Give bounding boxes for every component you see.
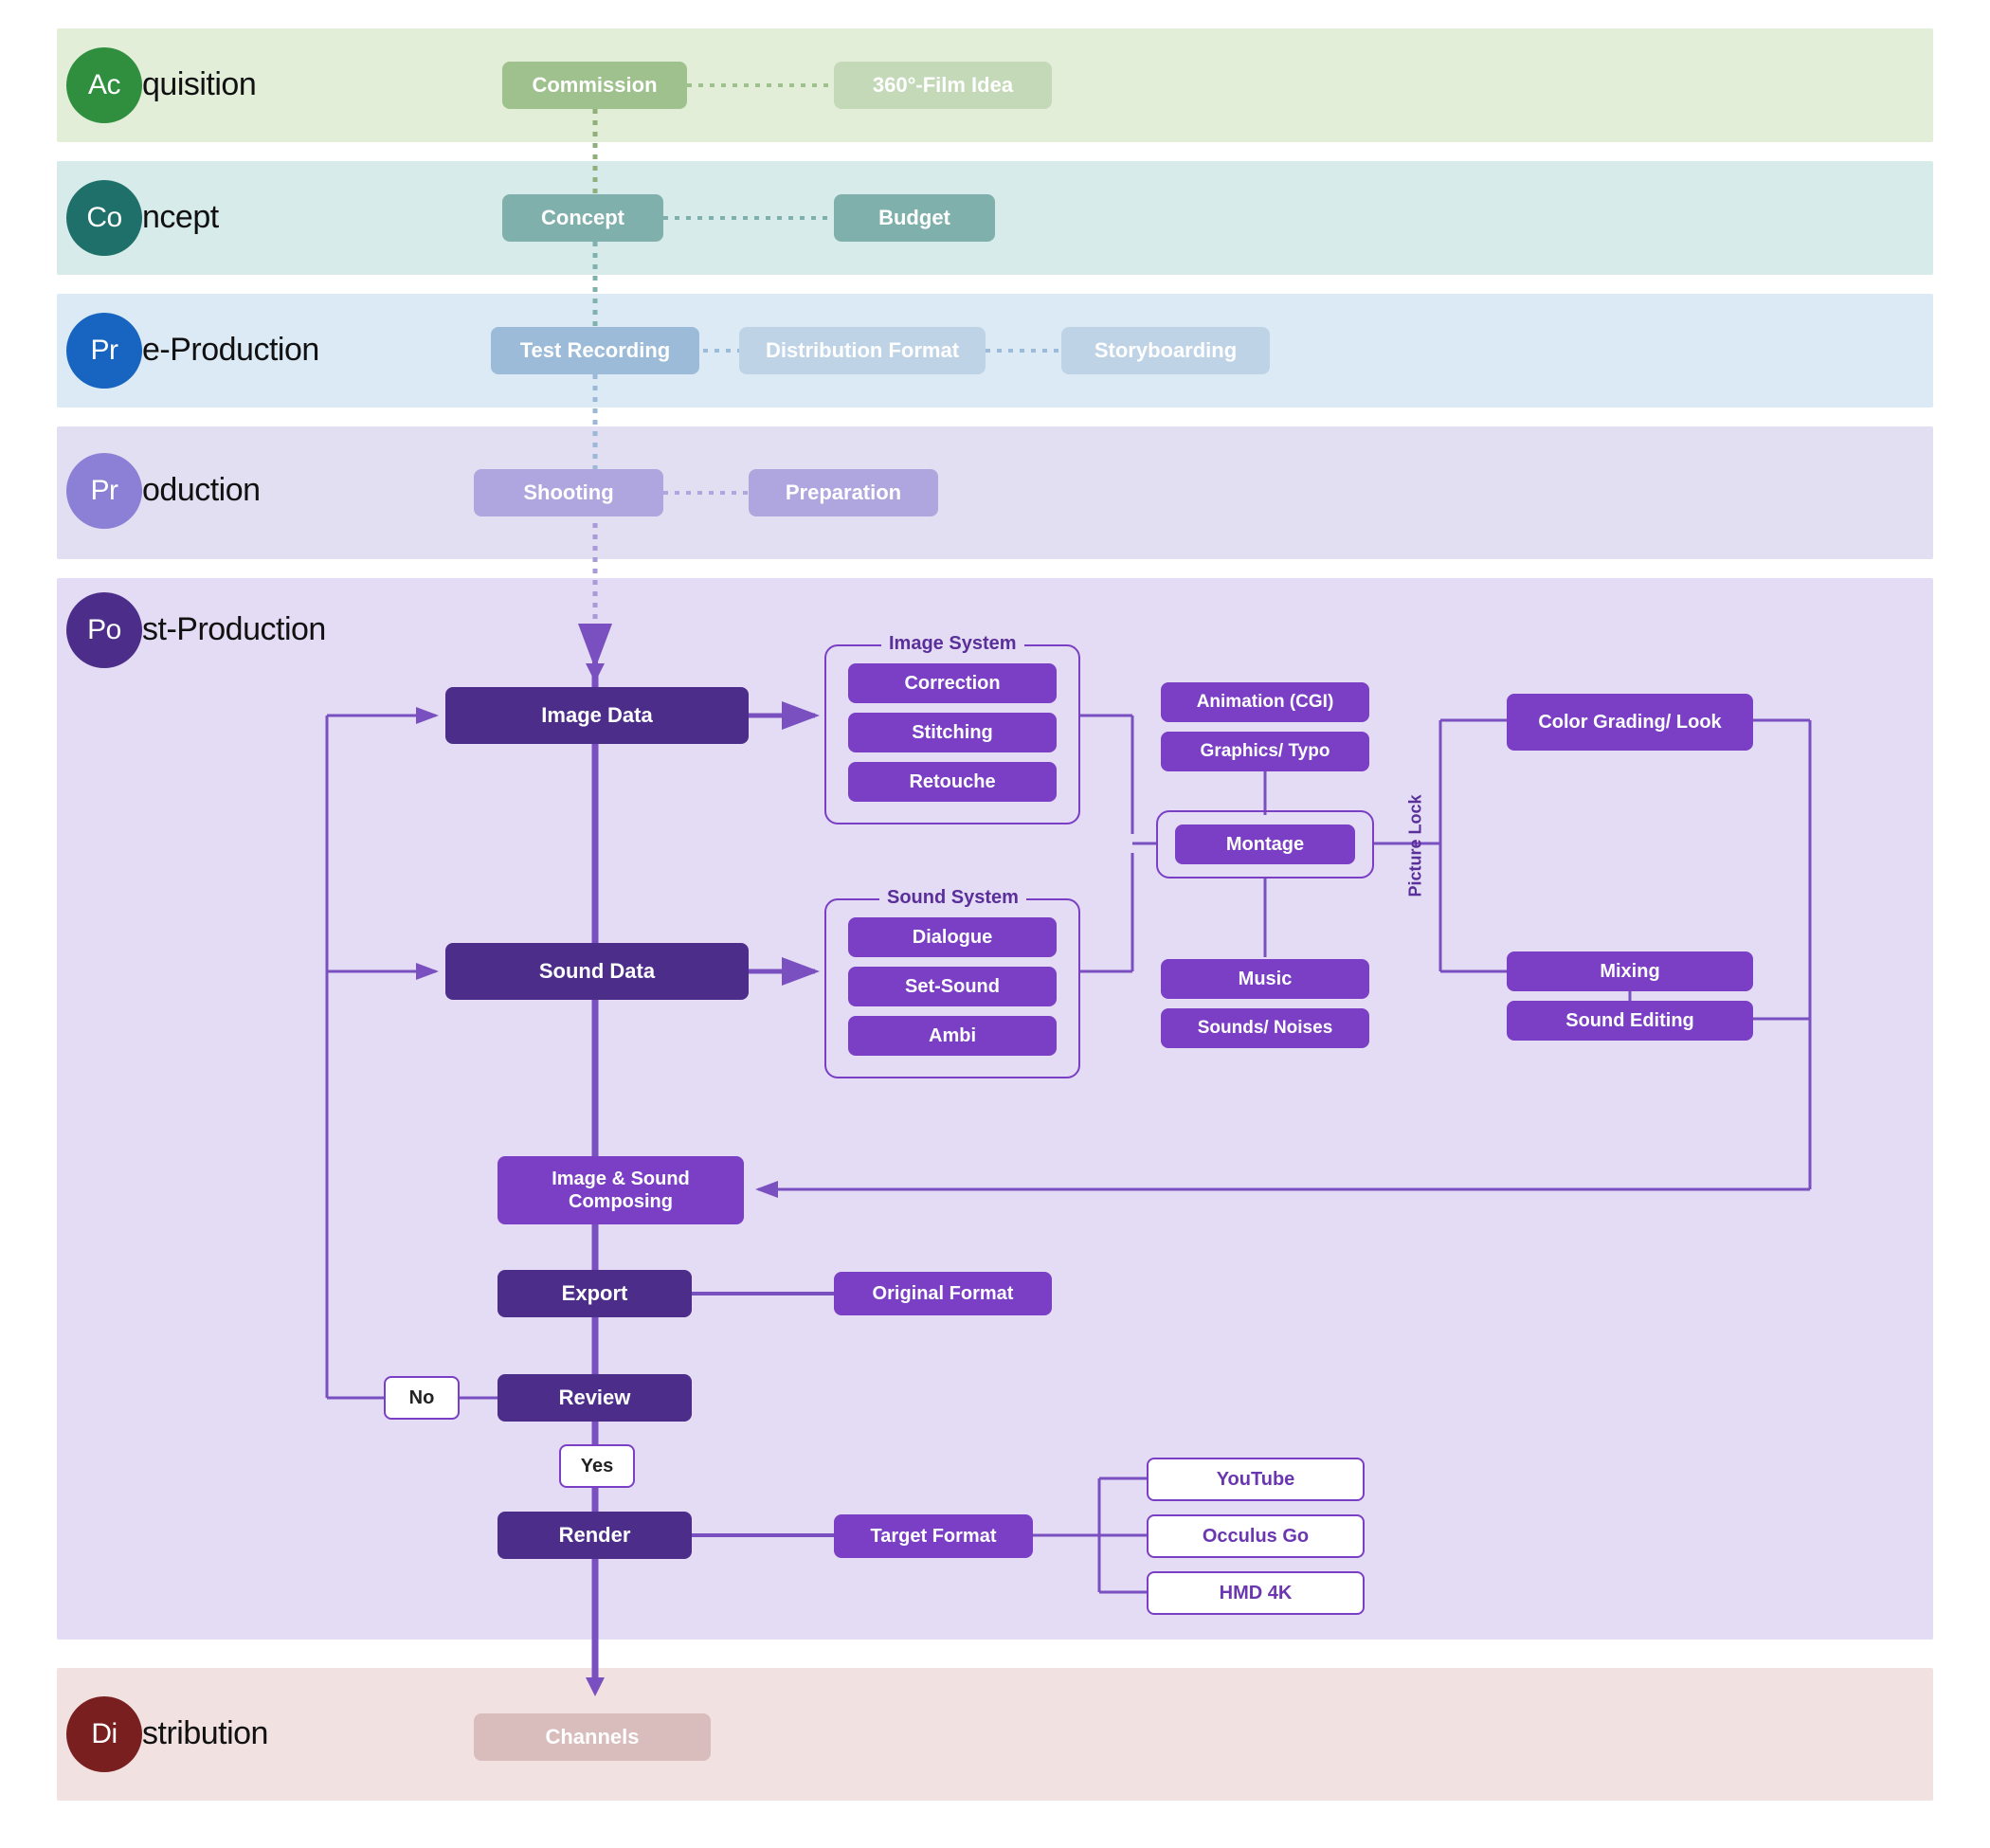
phase-title-acquisition: quisition bbox=[142, 66, 256, 103]
node-storyboarding: Storyboarding bbox=[1061, 327, 1270, 374]
phase-circle-concept: Co bbox=[66, 180, 142, 256]
node-sound-data: Sound Data bbox=[445, 943, 749, 1000]
phase-circle-distribution: Di bbox=[66, 1696, 142, 1772]
node-composing: Image & Sound Composing bbox=[498, 1156, 744, 1224]
phase-circle-production: Pr bbox=[66, 453, 142, 529]
node-ambi: Ambi bbox=[848, 1016, 1057, 1056]
node-channels: Channels bbox=[474, 1713, 711, 1761]
node-test-recording: Test Recording bbox=[491, 327, 699, 374]
band-preproduction bbox=[57, 294, 1933, 408]
node-shooting: Shooting bbox=[474, 469, 663, 516]
node-target-format: Target Format bbox=[834, 1514, 1033, 1558]
node-occulus: Occulus Go bbox=[1147, 1514, 1365, 1558]
phase-title-production: oduction bbox=[142, 472, 261, 509]
node-montage: Montage bbox=[1175, 824, 1355, 864]
node-commission: Commission bbox=[502, 62, 687, 109]
node-color-grading: Color Grading/ Look bbox=[1507, 694, 1753, 751]
node-preparation: Preparation bbox=[749, 469, 938, 516]
phase-title-concept: ncept bbox=[142, 199, 219, 236]
node-mixing: Mixing bbox=[1507, 951, 1753, 991]
phase-title-distribution: stribution bbox=[142, 1715, 268, 1752]
node-original-format: Original Format bbox=[834, 1272, 1052, 1315]
node-concept: Concept bbox=[502, 194, 663, 242]
phase-abbrev: Ac bbox=[88, 69, 120, 101]
node-image-data: Image Data bbox=[445, 687, 749, 744]
node-no: No bbox=[384, 1376, 460, 1420]
node-retouche: Retouche bbox=[848, 762, 1057, 802]
label-image-system: Image System bbox=[881, 633, 1024, 655]
node-dist-format: Distribution Format bbox=[739, 327, 986, 374]
phase-abbrev: Co bbox=[86, 202, 121, 234]
phase-abbrev: Pr bbox=[91, 335, 118, 367]
phase-title-postproduction: st-Production bbox=[142, 611, 326, 648]
node-budget: Budget bbox=[834, 194, 995, 242]
node-set-sound: Set-Sound bbox=[848, 967, 1057, 1006]
phase-abbrev: Pr bbox=[91, 475, 118, 507]
node-render: Render bbox=[498, 1512, 692, 1559]
phase-circle-acquisition: Ac bbox=[66, 47, 142, 123]
phase-title-preproduction: e-Production bbox=[142, 332, 319, 369]
node-music: Music bbox=[1161, 959, 1369, 999]
band-distribution bbox=[57, 1668, 1933, 1801]
label-picture-lock: Picture Lock bbox=[1406, 794, 1426, 897]
node-animation: Animation (CGI) bbox=[1161, 682, 1369, 722]
node-hmd4k: HMD 4K bbox=[1147, 1571, 1365, 1615]
node-export: Export bbox=[498, 1270, 692, 1317]
node-stitching: Stitching bbox=[848, 713, 1057, 752]
node-graphics-typo: Graphics/ Typo bbox=[1161, 732, 1369, 771]
band-production bbox=[57, 426, 1933, 559]
node-dialogue: Dialogue bbox=[848, 917, 1057, 957]
phase-circle-preproduction: Pr bbox=[66, 313, 142, 389]
node-film-idea: 360°-Film Idea bbox=[834, 62, 1052, 109]
node-correction: Correction bbox=[848, 663, 1057, 703]
node-yes: Yes bbox=[559, 1444, 635, 1488]
band-concept bbox=[57, 161, 1933, 275]
phase-abbrev: Di bbox=[91, 1718, 117, 1750]
node-sounds-noises: Sounds/ Noises bbox=[1161, 1008, 1369, 1048]
node-sound-editing: Sound Editing bbox=[1507, 1001, 1753, 1041]
phase-abbrev: Po bbox=[87, 614, 121, 646]
label-sound-system: Sound System bbox=[879, 887, 1026, 909]
node-youtube: YouTube bbox=[1147, 1458, 1365, 1501]
phase-circle-postproduction: Po bbox=[66, 592, 142, 668]
node-review: Review bbox=[498, 1374, 692, 1422]
